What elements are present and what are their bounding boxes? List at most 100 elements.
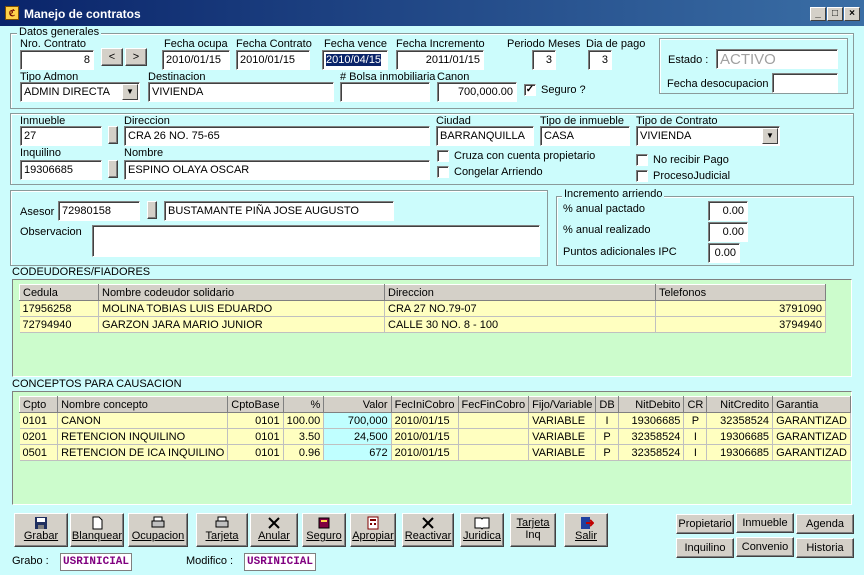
table-cell[interactable]: 2010/01/15 bbox=[391, 444, 459, 461]
table-cell[interactable]: 19306685 bbox=[618, 412, 685, 429]
next-contract-button[interactable]: > bbox=[125, 48, 147, 66]
column-header[interactable]: FecFinCobro bbox=[457, 396, 530, 413]
column-header[interactable]: Garantia bbox=[772, 396, 851, 413]
pactado-input[interactable]: 0.00 bbox=[708, 201, 748, 221]
table-cell[interactable]: CALLE 30 NO. 8 - 100 bbox=[384, 316, 656, 333]
table-cell[interactable]: 3.50 bbox=[283, 428, 325, 445]
dia-pago-input[interactable]: 3 bbox=[588, 50, 612, 70]
grabar-button[interactable]: Grabar bbox=[14, 513, 68, 547]
propietario-button[interactable]: Propietario bbox=[676, 514, 734, 534]
table-row[interactable]: 72794940 GARZON JARA MARIO JUNIOR CALLE … bbox=[19, 316, 826, 333]
column-header[interactable]: Valor bbox=[323, 396, 392, 413]
fecha-incremento-input[interactable]: 2011/01/15 bbox=[396, 50, 484, 70]
column-header[interactable]: Nombre codeudor solidario bbox=[98, 284, 385, 301]
destinacion-input[interactable]: VIVIENDA bbox=[148, 82, 334, 102]
ipc-input[interactable]: 0.00 bbox=[708, 243, 740, 263]
table-cell[interactable]: I bbox=[683, 428, 708, 445]
asesor-name-input[interactable]: BUSTAMANTE PIÑA JOSE AUGUSTO bbox=[164, 201, 394, 221]
table-cell[interactable]: CRA 27 NO.79-07 bbox=[384, 300, 656, 317]
cruza-checkbox[interactable] bbox=[437, 150, 449, 162]
table-cell[interactable]: 700,000 bbox=[323, 412, 392, 429]
prev-contract-button[interactable]: < bbox=[101, 48, 123, 66]
asesor-code-input[interactable]: 72980158 bbox=[58, 201, 140, 221]
table-cell[interactable]: VARIABLE bbox=[528, 428, 597, 445]
convenio-button[interactable]: Convenio bbox=[736, 537, 794, 557]
table-cell[interactable] bbox=[458, 428, 530, 445]
table-cell[interactable]: P bbox=[595, 444, 619, 461]
bolsa-input[interactable] bbox=[340, 82, 430, 102]
table-cell[interactable]: 32358524 bbox=[618, 444, 685, 461]
table-cell[interactable]: 0101 bbox=[227, 412, 284, 429]
table-cell[interactable]: MOLINA TOBIAS LUIS EDUARDO bbox=[98, 300, 385, 317]
table-cell[interactable]: VARIABLE bbox=[528, 444, 597, 461]
realizado-input[interactable]: 0.00 bbox=[708, 222, 748, 242]
table-cell[interactable]: 2010/01/15 bbox=[391, 428, 459, 445]
table-cell[interactable]: RETENCION DE ICA INQUILINO bbox=[57, 444, 229, 461]
table-cell[interactable]: 0101 bbox=[19, 412, 59, 429]
no-recibir-checkbox[interactable] bbox=[636, 154, 648, 166]
column-header[interactable]: FecIniCobro bbox=[390, 396, 459, 413]
table-cell[interactable]: RETENCION INQUILINO bbox=[57, 428, 229, 445]
reactivar-button[interactable]: Reactivar bbox=[402, 513, 454, 547]
observacion-textarea[interactable] bbox=[92, 225, 540, 257]
column-header[interactable]: Direccion bbox=[384, 284, 656, 301]
table-cell[interactable]: 0101 bbox=[227, 428, 284, 445]
conceptos-grid[interactable]: Cpto Nombre concepto CptoBase % Valor Fe… bbox=[12, 391, 852, 505]
agenda-button[interactable]: Agenda bbox=[796, 514, 854, 534]
column-header[interactable]: % bbox=[282, 396, 325, 413]
anular-button[interactable]: Anular bbox=[250, 513, 298, 547]
table-cell[interactable]: 3794940 bbox=[655, 316, 826, 333]
table-cell[interactable]: 19306685 bbox=[706, 428, 774, 445]
inmueble-button[interactable]: Inmueble bbox=[736, 513, 794, 533]
apropiar-button[interactable]: Apropiar bbox=[350, 513, 396, 547]
table-cell[interactable]: 0201 bbox=[19, 428, 59, 445]
blanquear-button[interactable]: Blanquear bbox=[70, 513, 124, 547]
table-cell[interactable]: I bbox=[683, 444, 708, 461]
maximize-button[interactable]: □ bbox=[827, 7, 843, 21]
table-cell[interactable]: VARIABLE bbox=[528, 412, 597, 429]
table-cell[interactable]: GARZON JARA MARIO JUNIOR bbox=[98, 316, 385, 333]
nombre-input[interactable]: ESPINO OLAYA OSCAR bbox=[124, 160, 430, 180]
column-header[interactable]: NitDebito bbox=[617, 396, 685, 413]
table-cell[interactable]: 672 bbox=[323, 444, 392, 461]
tarjeta-button[interactable]: Tarjeta bbox=[196, 513, 248, 547]
table-cell[interactable]: P bbox=[683, 412, 708, 429]
canon-input[interactable]: 700,000.00 bbox=[437, 82, 517, 102]
table-cell[interactable]: 17956258 bbox=[19, 300, 99, 317]
proceso-judicial-checkbox[interactable] bbox=[636, 170, 648, 182]
table-cell[interactable]: 0501 bbox=[19, 444, 59, 461]
table-cell[interactable]: 72794940 bbox=[19, 316, 99, 333]
tipo-inmueble-input[interactable]: CASA bbox=[540, 126, 630, 146]
inquilino-button[interactable]: Inquilino bbox=[676, 538, 734, 558]
direccion-input[interactable]: CRA 26 NO. 75-65 bbox=[124, 126, 430, 146]
column-header[interactable]: NitCredito bbox=[706, 396, 774, 413]
seguro-checkbox[interactable]: ✓ bbox=[524, 84, 536, 96]
table-cell[interactable]: 24,500 bbox=[323, 428, 392, 445]
table-cell[interactable]: 32358524 bbox=[706, 412, 774, 429]
table-cell[interactable]: CANON bbox=[57, 412, 229, 429]
table-cell[interactable]: 0101 bbox=[227, 444, 284, 461]
table-row[interactable]: 0201 RETENCION INQUILINO 0101 3.50 24,50… bbox=[19, 428, 851, 445]
table-cell[interactable]: 32358524 bbox=[618, 428, 685, 445]
table-cell[interactable]: 100.00 bbox=[283, 412, 325, 429]
salir-button[interactable]: Salir bbox=[564, 513, 608, 547]
tarjeta-inq-button[interactable]: Tarjeta Inq bbox=[510, 513, 556, 547]
periodo-input[interactable]: 3 bbox=[532, 50, 556, 70]
column-header[interactable]: Cedula bbox=[19, 284, 99, 301]
table-row[interactable]: 0501 RETENCION DE ICA INQUILINO 0101 0.9… bbox=[19, 444, 851, 461]
inquilino-lookup-button[interactable] bbox=[108, 160, 118, 178]
fecha-ocupa-input[interactable]: 2010/01/15 bbox=[162, 50, 230, 70]
nro-contrato-input[interactable]: 8 bbox=[20, 50, 94, 70]
fecha-vence-input[interactable]: 2010/04/15 bbox=[322, 50, 388, 70]
inmueble-lookup-button[interactable] bbox=[108, 126, 118, 144]
table-cell[interactable]: GARANTIZAD bbox=[772, 412, 851, 429]
historia-button[interactable]: Historia bbox=[796, 538, 854, 558]
table-cell[interactable]: 3791090 bbox=[655, 300, 826, 317]
fecha-contrato-input[interactable]: 2010/01/15 bbox=[236, 50, 310, 70]
table-row[interactable]: 0101 CANON 0101 100.00 700,000 2010/01/1… bbox=[19, 412, 851, 429]
inquilino-input[interactable]: 19306685 bbox=[20, 160, 102, 180]
table-cell[interactable]: 0.96 bbox=[283, 444, 325, 461]
juridica-button[interactable]: Juridica bbox=[460, 513, 504, 547]
table-cell[interactable]: 2010/01/15 bbox=[391, 412, 459, 429]
chevron-down-icon[interactable]: ▼ bbox=[762, 128, 778, 144]
